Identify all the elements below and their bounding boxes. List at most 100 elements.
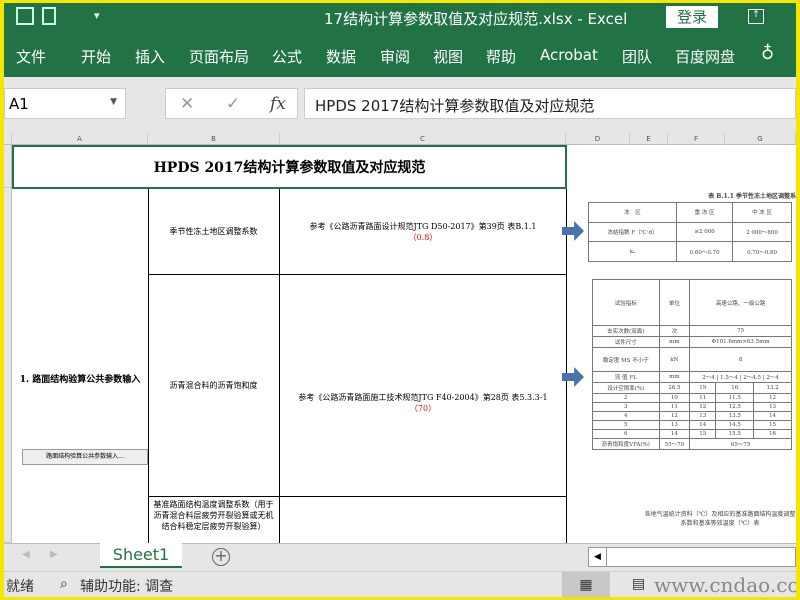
ref-cell[interactable]: 参考《公路沥青路面设计规范JTG D50-2017》第39页 表B.1.1 （0.… bbox=[280, 189, 567, 275]
scroll-left-arrow-icon[interactable]: ◀ bbox=[589, 548, 607, 566]
column-header-b[interactable]: B bbox=[148, 133, 280, 145]
ribbon-tabs: 文件 开始 插入 页面布局 公式 数据 审阅 视图 帮助 Acrobat 团队 … bbox=[4, 33, 796, 77]
insert-function-icon[interactable]: fx bbox=[270, 94, 286, 114]
td: 冻结指数 F（℃·d） bbox=[587, 221, 678, 243]
td: 2～4 | 1.5～4 | 2～4.5 | 2～4 bbox=[689, 371, 792, 383]
tab-acrobat[interactable]: Acrobat bbox=[540, 46, 598, 64]
scroll-left-icon[interactable]: ◀ bbox=[22, 549, 30, 560]
tab-help[interactable]: 帮助 bbox=[486, 46, 516, 67]
td: 次 bbox=[658, 325, 691, 337]
th: 试验指标 bbox=[592, 279, 660, 326]
td: 3 bbox=[592, 402, 660, 412]
tab-review[interactable]: 审阅 bbox=[380, 46, 410, 67]
name-box-value: A1 bbox=[9, 95, 29, 113]
lightbulb-icon[interactable]: ♁ bbox=[761, 43, 774, 64]
td: 75 bbox=[689, 325, 792, 337]
tab-page-layout[interactable]: 页面布局 bbox=[189, 46, 249, 67]
excel-window: ▾ 17结构计算参数取值及对应规范.xlsx - Excel 登录 ↑ 文件 开… bbox=[4, 3, 796, 597]
sheet-title-cell[interactable]: HPDS 2017结构计算参数取值及对应规范 bbox=[12, 145, 567, 189]
ref-table-b11-image: 表 B.1.1 季节性冻土地区调整系 冻 区重 冻 区中 冻 区 冻结指数 F（… bbox=[587, 189, 796, 269]
tab-team[interactable]: 团队 bbox=[622, 46, 652, 67]
sheet-tab-sheet1[interactable]: Sheet1 bbox=[100, 543, 182, 568]
public-params-input-button[interactable]: 路面结构验算公共参数输入... bbox=[22, 449, 148, 465]
td: kN bbox=[658, 347, 691, 372]
tab-home[interactable]: 开始 bbox=[81, 46, 111, 67]
ref-table-temperature-image: 各地气温统计资料（℃）及相应的基准路面结构温度调整系数和基准等效温度（℃）表 bbox=[644, 509, 796, 543]
param-cell[interactable]: 季节性冻土地区调整系数 bbox=[148, 189, 280, 275]
normal-view-icon[interactable]: ▦ bbox=[562, 572, 610, 597]
td: 13.2 bbox=[753, 382, 792, 394]
ref-cell[interactable]: 参考《公路沥青路面施工技术规范JTG F40-2004》第28页 表5.3.3-… bbox=[280, 275, 567, 497]
td: 13 bbox=[689, 411, 717, 421]
chevron-down-icon[interactable]: ▼ bbox=[110, 97, 117, 107]
ref-table-5331-image: 试验指标 单位 高速公路、一级公路 击实次数(双面) 次 75 试件尺寸 mm Φ101.6… bbox=[592, 279, 796, 499]
new-file-icon[interactable] bbox=[42, 7, 56, 25]
td: 稳定度 MS 不小于 bbox=[592, 347, 660, 372]
cancel-icon[interactable]: ✕ bbox=[180, 94, 194, 114]
tab-insert[interactable]: 插入 bbox=[135, 46, 165, 67]
column-header-e[interactable]: E bbox=[630, 133, 668, 145]
td: 15.5 bbox=[715, 429, 755, 439]
td: 8 bbox=[689, 347, 792, 372]
accessibility-status[interactable]: 辅助功能: 调查 bbox=[80, 576, 173, 596]
td: 15 bbox=[753, 420, 792, 430]
ref-value: （0.8） bbox=[408, 232, 438, 242]
tab-formulas[interactable]: 公式 bbox=[272, 46, 302, 67]
ribbon-display-icon[interactable]: ↑ bbox=[748, 9, 764, 24]
scroll-right-icon[interactable]: ▶ bbox=[50, 549, 58, 560]
watermark: www.cndao.com bbox=[654, 573, 796, 597]
select-all[interactable] bbox=[4, 133, 12, 145]
formula-bar: A1 ▼ ✕ ✓ fx HPDS 2017结构计算参数取值及对应规范 bbox=[4, 88, 796, 121]
td: 14 bbox=[658, 429, 691, 439]
param-cell[interactable]: 沥青混合料的沥青饱和度 bbox=[148, 275, 280, 497]
td: ≥2 000 bbox=[676, 221, 734, 243]
tab-data[interactable]: 数据 bbox=[326, 46, 356, 67]
formula-input[interactable]: HPDS 2017结构计算参数取值及对应规范 bbox=[304, 88, 796, 119]
td: 13 bbox=[658, 420, 691, 430]
worksheet-grid[interactable]: A B C D E F G HPDS 2017结构计算参数取值及对应规范 1. … bbox=[4, 133, 796, 543]
tab-file[interactable]: 文件 bbox=[16, 46, 46, 67]
quick-access-dropdown[interactable]: ▾ bbox=[94, 9, 100, 22]
sheet-tab-bar: ◀ ▶ Sheet1 + ◀ bbox=[4, 543, 796, 571]
td: 5 bbox=[592, 420, 660, 430]
status-ready: 就绪 bbox=[6, 579, 34, 595]
section-label: 1. 路面结构验算公共参数输入 bbox=[19, 375, 141, 385]
window-title: 17结构计算参数取值及对应规范.xlsx - Excel bbox=[324, 10, 628, 28]
td: 19 bbox=[689, 382, 717, 394]
ref-table-caption: 表 B.1.1 季节性冻土地区调整系 bbox=[708, 193, 796, 200]
accessibility-icon[interactable]: ⌕ bbox=[60, 576, 68, 592]
tab-baidu[interactable]: 百度网盘 bbox=[675, 46, 735, 67]
column-header-d[interactable]: D bbox=[566, 133, 630, 145]
row-header[interactable] bbox=[4, 145, 12, 188]
save-icon[interactable] bbox=[16, 7, 34, 25]
td: 55～70 bbox=[658, 438, 691, 450]
param-cell[interactable]: 基准路面结构温度调整系数（用于沥青混合料层疲劳开裂验算或无机结合料稳定层疲劳开裂… bbox=[148, 497, 280, 543]
ref-cell[interactable] bbox=[280, 497, 567, 543]
page-layout-view-icon[interactable]: ▤ bbox=[632, 576, 645, 592]
th: 单位 bbox=[658, 279, 691, 326]
section-cell[interactable]: 1. 路面结构验算公共参数输入 bbox=[12, 189, 149, 543]
td: 设计空隙率(%) bbox=[592, 382, 660, 394]
name-box[interactable]: A1 ▼ bbox=[4, 88, 126, 119]
td: 15 bbox=[689, 429, 717, 439]
row-header[interactable] bbox=[4, 188, 12, 543]
column-header-c[interactable]: C bbox=[280, 133, 566, 145]
enter-icon[interactable]: ✓ bbox=[226, 94, 240, 114]
title-bar: ▾ 17结构计算参数取值及对应规范.xlsx - Excel 登录 ↑ bbox=[4, 3, 796, 33]
column-header-g[interactable]: G bbox=[725, 133, 796, 145]
td: 11.5 bbox=[715, 393, 755, 403]
td: 4 bbox=[592, 411, 660, 421]
column-header-f[interactable]: F bbox=[668, 133, 725, 145]
add-sheet-icon[interactable]: + bbox=[212, 548, 230, 566]
td: 16 bbox=[715, 382, 755, 394]
horizontal-scrollbar[interactable]: ◀ bbox=[588, 547, 796, 567]
login-button[interactable]: 登录 bbox=[666, 6, 718, 28]
td: 12 bbox=[689, 402, 717, 412]
ref-text: 参考《公路沥青路面施工技术规范JTG F40-2004》第28页 表5.3.3-… bbox=[298, 392, 548, 402]
column-header-a[interactable]: A bbox=[12, 133, 148, 145]
td: 13 bbox=[753, 402, 792, 412]
td: 12.5 bbox=[715, 402, 755, 412]
td: 2 000～800 bbox=[732, 221, 792, 243]
td: 12 bbox=[658, 411, 691, 421]
tab-view[interactable]: 视图 bbox=[433, 46, 463, 67]
